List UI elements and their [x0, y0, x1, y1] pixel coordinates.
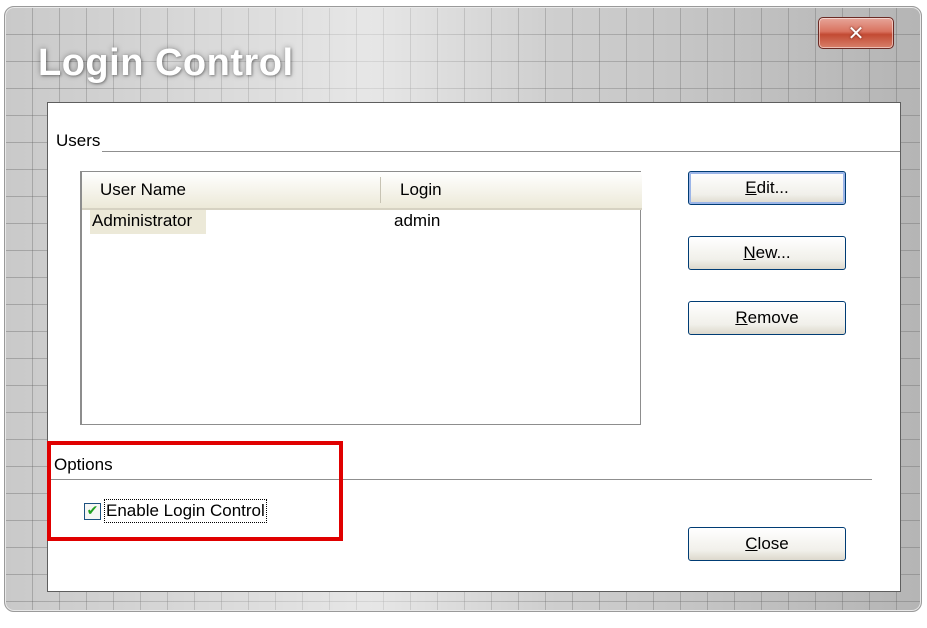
users-group-label: Users	[56, 131, 101, 150]
column-separator[interactable]	[380, 177, 381, 203]
column-header-login[interactable]: Login	[400, 180, 442, 200]
remove-button[interactable]: Remove	[688, 301, 846, 335]
window-title: Login Control	[38, 42, 294, 84]
enable-login-control-checkbox[interactable]: ✔	[84, 502, 101, 520]
cell-user-name: Administrator	[90, 210, 207, 234]
options-group-divider	[50, 479, 872, 481]
users-group-divider	[102, 151, 900, 153]
checkmark-icon: ✔	[86, 503, 99, 519]
options-group-label: Options	[54, 455, 113, 474]
users-list[interactable]: User Name Login Administrator admin	[80, 171, 642, 425]
close-icon: ✕	[847, 21, 865, 45]
close-window-button[interactable]: ✕	[818, 17, 894, 49]
users-list-header: User Name Login	[82, 172, 642, 210]
column-header-user-name[interactable]: User Name	[100, 180, 186, 200]
enable-login-control-label[interactable]: Enable Login Control	[104, 499, 267, 523]
enable-login-control-option[interactable]: ✔ Enable Login Control	[84, 498, 267, 524]
cell-login: admin	[394, 211, 441, 230]
close-button[interactable]: Close	[688, 527, 846, 561]
table-row[interactable]: Administrator admin	[90, 210, 590, 234]
new-button[interactable]: New...	[688, 236, 846, 270]
edit-button[interactable]: Edit...	[688, 171, 846, 205]
